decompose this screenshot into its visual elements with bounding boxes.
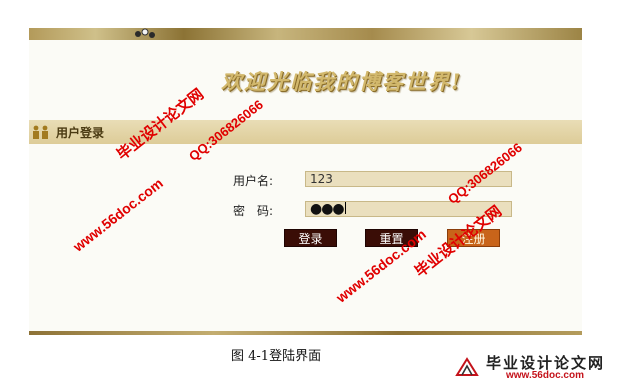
username-label: 用户名: xyxy=(233,174,274,188)
figure-caption: 图 4-1登陆界面 xyxy=(231,349,322,364)
users-icon xyxy=(33,125,48,139)
username-value: 123 xyxy=(310,172,333,186)
login-page-frame: 欢迎光临我的博客世界! 用户登录 用户名: 123 密 码: ●●● 登录 重置… xyxy=(29,28,582,335)
login-button[interactable]: 登录 xyxy=(284,229,337,247)
site-logo: 毕业设计论文网 www.56doc.com xyxy=(450,352,616,382)
section-title: 用户登录 xyxy=(56,126,105,140)
top-decorative-band xyxy=(29,28,582,40)
welcome-title: 欢迎光临我的博客世界! xyxy=(221,69,463,94)
ornament-icon xyxy=(135,28,155,38)
login-section-header: 用户登录 xyxy=(29,120,582,144)
password-mask: ●●● xyxy=(310,201,345,217)
password-label: 密 码: xyxy=(233,204,274,218)
logo-url: www.56doc.com xyxy=(506,370,584,381)
text-caret xyxy=(344,202,346,214)
bottom-decorative-band xyxy=(29,331,582,335)
logo-icon xyxy=(455,357,479,376)
